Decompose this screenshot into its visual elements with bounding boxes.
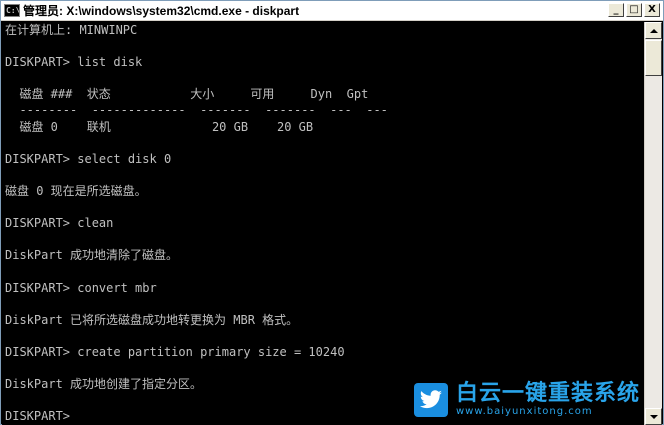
watermark: 白云一键重装系统 www.baiyunxitong.com xyxy=(414,380,654,420)
minimize-icon: _ xyxy=(613,4,619,15)
title-bar[interactable]: C:\ 管理员: X:\windows\system32\cmd.exe - d… xyxy=(1,1,663,21)
maximize-button[interactable]: □ xyxy=(626,3,642,17)
twitter-bird-icon xyxy=(414,383,448,417)
vertical-scrollbar[interactable] xyxy=(644,22,662,425)
cmd-window: C:\ 管理员: X:\windows\system32\cmd.exe - d… xyxy=(0,0,664,425)
console-prompt[interactable]: DISKPART> xyxy=(5,408,388,424)
console-line: -------- ------------- ------- ------- -… xyxy=(5,103,388,118)
console-line: 磁盘 0 现在是所选磁盘。 xyxy=(5,183,147,198)
minimize-button[interactable]: _ xyxy=(608,3,624,17)
window-title: 管理员: X:\windows\system32\cmd.exe - diskp… xyxy=(23,4,300,18)
console-line: DISKPART> create partition primary size … xyxy=(5,344,345,359)
close-icon: X xyxy=(648,4,656,15)
console-line: DISKPART> list disk xyxy=(5,55,143,70)
console-line: DiskPart 成功地清除了磁盘。 xyxy=(5,248,179,263)
console-line: DISKPART> select disk 0 xyxy=(5,151,172,166)
cmd-app-icon[interactable]: C:\ xyxy=(4,4,20,17)
console-line: DiskPart 成功地创建了指定分区。 xyxy=(5,377,203,392)
console-line: 磁盘 ### 状态 大小 可用 Dyn Gpt xyxy=(5,87,369,102)
console-output[interactable]: 在计算机上: MINWINPC DISKPART> list disk 磁盘 #… xyxy=(2,22,644,425)
watermark-text: 白云一键重装系统 www.baiyunxitong.com xyxy=(456,382,640,418)
watermark-url: www.baiyunxitong.com xyxy=(456,406,593,417)
window-controls: _ □ X xyxy=(608,3,660,17)
console-line: DISKPART> clean xyxy=(5,216,114,231)
scroll-thumb[interactable] xyxy=(645,40,662,76)
console-line: DISKPART> convert mbr xyxy=(5,280,157,295)
close-button[interactable]: X xyxy=(644,3,660,17)
console-lines: 在计算机上: MINWINPC DISKPART> list disk 磁盘 #… xyxy=(5,22,388,424)
console-line: 在计算机上: MINWINPC xyxy=(5,23,138,37)
console-line: DiskPart 已将所选磁盘成功地转更换为 MBR 格式。 xyxy=(5,312,299,327)
console-line: 磁盘 0 联机 20 GB 20 GB xyxy=(5,119,314,134)
scroll-up-button[interactable] xyxy=(645,22,662,39)
arrow-up-icon xyxy=(649,28,658,33)
maximize-icon: □ xyxy=(629,4,639,15)
watermark-title: 白云一键重装系统 xyxy=(456,381,641,406)
